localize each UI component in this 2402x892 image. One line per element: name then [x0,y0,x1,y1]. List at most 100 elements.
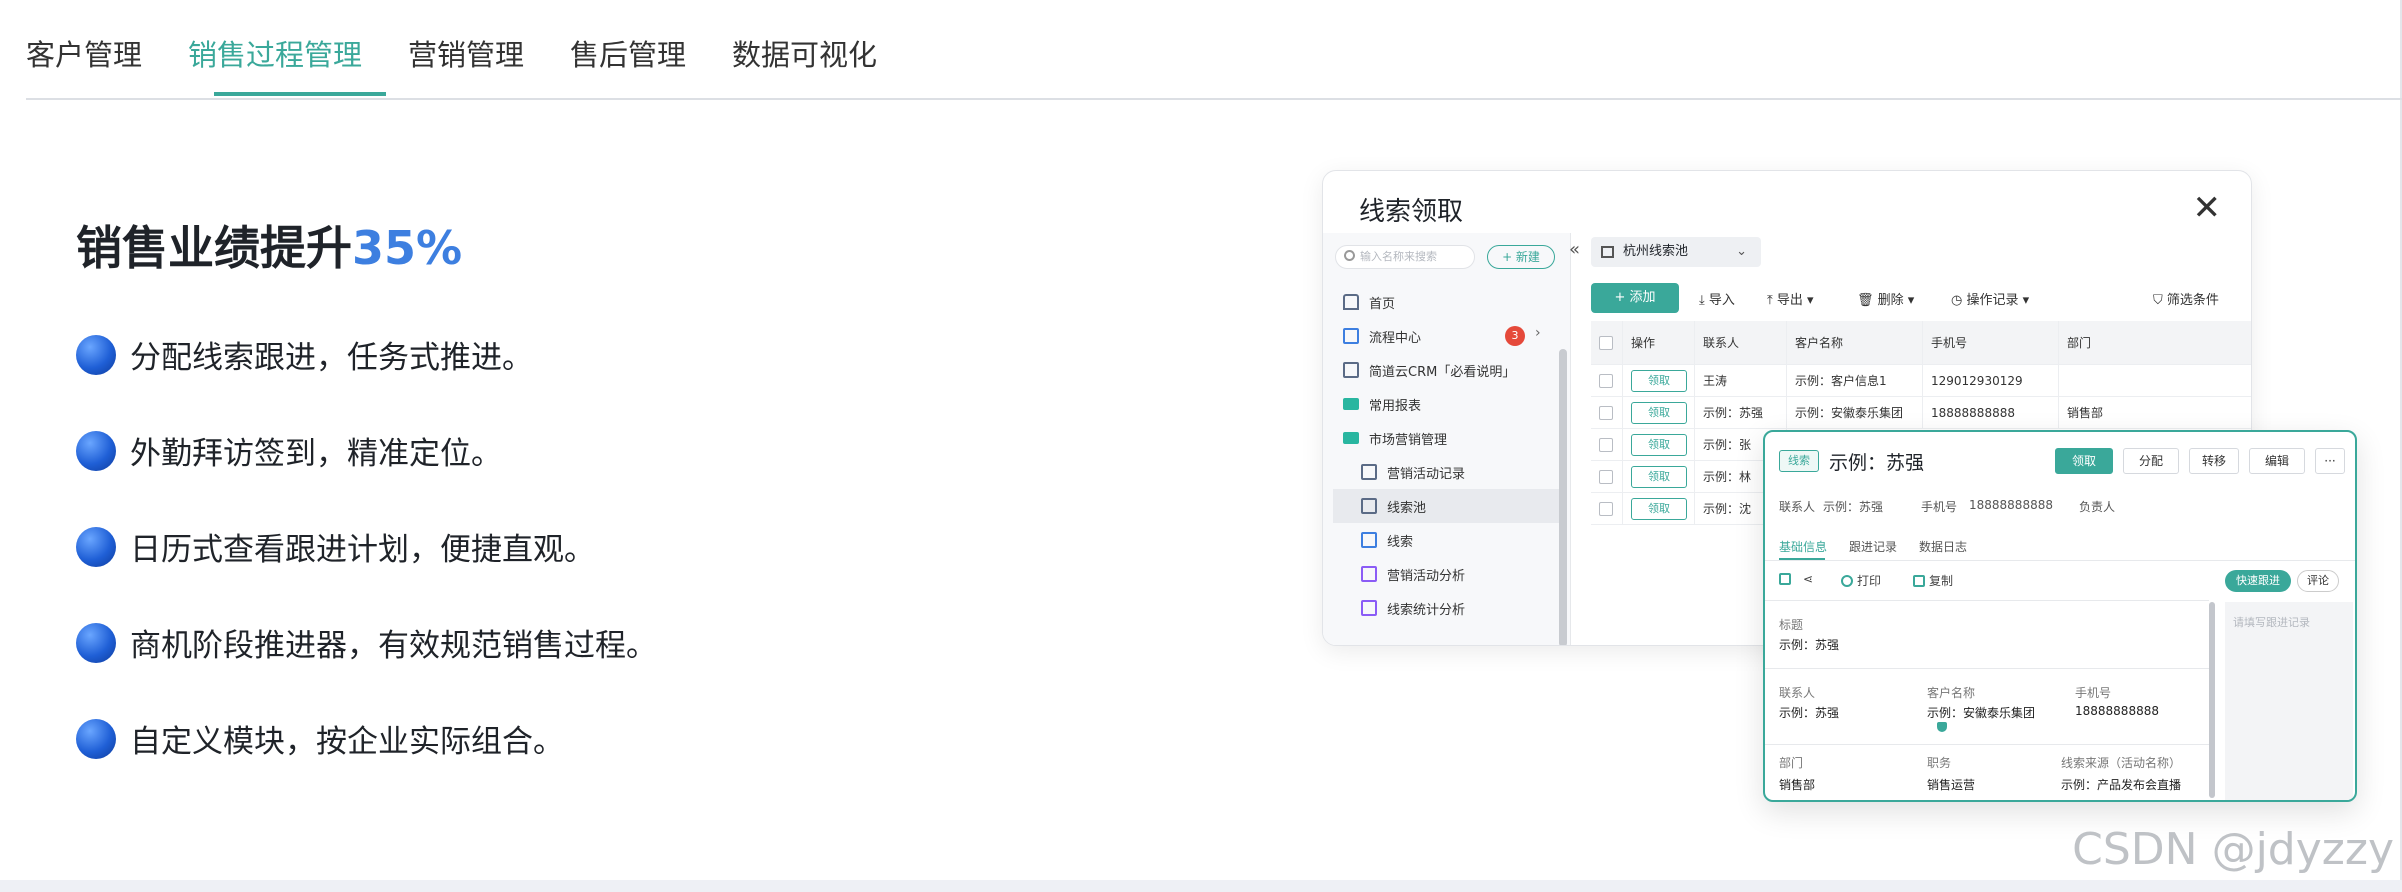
clock-icon: ◷ [1951,293,1967,308]
tab-marketing-management[interactable]: 营销管理 [408,32,524,74]
chevron-right-icon[interactable]: › [1535,325,1541,341]
field-label: 客户名称 [1927,686,1976,700]
tab-follow-up[interactable]: 跟进记录 [1849,538,1897,555]
chart-icon [1361,566,1377,582]
copy-button[interactable]: 复制 [1913,572,1953,589]
claim-button[interactable]: 领取 [1631,369,1687,392]
assign-button[interactable]: 分配 [2123,448,2179,474]
row-checkbox[interactable] [1599,437,1613,452]
history-button[interactable]: ◷ 操作记录 ▾ [1951,289,2029,308]
sidebar-item-leads[interactable]: 线索 [1333,523,1565,557]
table-row[interactable]: 领取 王涛 示例：客户信息1 129012930129 [1591,365,2251,397]
window-title: 线索领取 [1359,197,1464,227]
table-row[interactable]: 领取 示例：苏强 示例：安徽泰乐集团 18888888888 销售部 [1591,397,2251,429]
contact-meta-label: 联系人 [1779,500,1816,514]
tab-basic-info[interactable]: 基础信息 [1779,538,1827,555]
field-value: 18888888888 [2075,704,2159,718]
copy-icon [1913,575,1925,587]
quick-follow-button[interactable]: 快速跟进 [2225,570,2291,592]
sidebar-item-lead-stats[interactable]: 线索统计分析 [1333,591,1565,625]
select-all-checkbox[interactable] [1599,335,1613,350]
export-button[interactable]: ⤒ 导出 ▾ [1767,289,1814,308]
feature-item: 分配线索跟进，任务式推进。 [76,332,533,377]
sidebar-item-label: 线索统计分析 [1387,602,1466,618]
sidebar-item-home[interactable]: 首页 [1333,285,1565,319]
copy-label: 复制 [1929,574,1954,588]
filter-button[interactable]: ⛉ 筛选条件 [2153,289,2219,308]
print-icon [1841,575,1853,587]
more-button[interactable]: ··· [2315,448,2345,474]
search-placeholder: 输入名称来搜索 [1360,250,1437,263]
field-label: 标题 [1779,618,1804,632]
detail-scrollbar[interactable] [2209,602,2215,798]
column-header: 联系人 [1695,321,1787,364]
message-icon[interactable] [1779,572,1795,586]
action-cell: 领取 [1623,461,1695,492]
tab-data-visualization[interactable]: 数据可视化 [732,32,877,74]
sidebar-item-lead-pool[interactable]: 线索池 [1333,489,1565,523]
pool-selector[interactable]: 杭州线索池 ⌄ [1591,237,1761,267]
sidebar-item-marketing[interactable]: 市场营销管理 [1333,421,1565,455]
comment-button[interactable]: 评论 [2297,570,2339,592]
new-button[interactable]: + 新建 [1487,245,1555,269]
claim-button[interactable]: 领取 [2055,448,2113,474]
table-cell: 129012930129 [1923,365,2059,396]
tab-sales-process-management[interactable]: 销售过程管理 [188,32,362,74]
feature-item: 自定义模块，按企业实际组合。 [76,716,564,761]
tab-data-log[interactable]: 数据日志 [1919,538,1967,555]
row-select-cell [1591,397,1623,428]
claim-button[interactable]: 领取 [1631,465,1687,488]
blue-dot-icon [76,622,116,663]
row-checkbox[interactable] [1599,373,1613,388]
transfer-button[interactable]: 转移 [2189,448,2239,474]
claim-button[interactable]: 领取 [1631,497,1687,520]
sidebar-item-flow-center[interactable]: 流程中心 3 › [1333,319,1565,353]
trash-icon: 🗑 [1857,293,1878,308]
sidebar-item-label: 营销活动分析 [1387,568,1466,584]
feature-text: 外勤拜访签到，精准定位。 [130,436,502,472]
row-checkbox[interactable] [1599,501,1613,516]
import-icon: ⤓ [1699,293,1709,308]
edit-button[interactable]: 编辑 [2249,448,2305,474]
field-label: 部门 [1779,756,1804,770]
follow-note-input[interactable]: 请填写跟进记录 [2225,602,2353,800]
sidebar-item-campaign-records[interactable]: 营销活动记录 [1333,455,1565,489]
doc-icon [1361,464,1377,480]
add-button[interactable]: + 添加 [1591,283,1679,313]
claim-button[interactable]: 领取 [1631,433,1687,456]
row-checkbox[interactable] [1599,469,1613,484]
folder-icon [1343,432,1359,444]
filter-icon: ⛉ [2153,293,2167,308]
sidebar-item-label: 简道云CRM「必看说明」 [1369,364,1516,380]
sidebar-item-crm-guide[interactable]: 简道云CRM「必看说明」 [1333,353,1565,387]
flow-icon [1343,328,1359,344]
sidebar-item-campaign-analysis[interactable]: 营销活动分析 [1333,557,1565,591]
tab-after-sales-management[interactable]: 售后管理 [570,32,686,74]
import-button[interactable]: ⤓ 导入 [1699,289,1735,308]
divider [1765,744,2209,745]
table-cell: 销售部 [2067,406,2104,420]
feature-text: 日历式查看跟进计划，便捷直观。 [130,532,595,568]
home-icon [1343,294,1359,310]
share-icon[interactable]: ⋖ [1803,572,1813,586]
field-value: 销售运营 [1927,778,1976,792]
delete-button[interactable]: 🗑 删除 ▾ [1857,289,1914,308]
blue-dot-icon [76,718,116,759]
sidebar-search-input[interactable]: 输入名称来搜索 [1335,245,1475,269]
column-header: 客户名称 [1787,321,1923,364]
close-icon[interactable]: ✕ [2193,191,2222,225]
print-button[interactable]: 打印 [1841,572,1881,589]
table-cell: 18888888888 [1923,397,2059,428]
top-tab-bar: 客户管理 销售过程管理 营销管理 售后管理 数据可视化 [26,0,2402,100]
filter-label: 筛选条件 [2166,293,2219,308]
sidebar-scrollbar[interactable] [1559,349,1567,645]
table-cell: 示例：安徽泰乐集团 [1787,397,1923,428]
sidebar-item-reports[interactable]: 常用报表 [1333,387,1565,421]
sidebar-item-label: 流程中心 [1369,330,1422,346]
tab-customer-management[interactable]: 客户管理 [26,32,142,74]
row-checkbox[interactable] [1599,405,1613,420]
page: 客户管理 销售过程管理 营销管理 售后管理 数据可视化 销售业绩提升35% 分配… [0,0,2402,880]
history-label: 操作记录 [1966,293,2019,308]
claim-button[interactable]: 领取 [1631,401,1687,424]
collapse-icon[interactable]: « [1569,239,1580,260]
